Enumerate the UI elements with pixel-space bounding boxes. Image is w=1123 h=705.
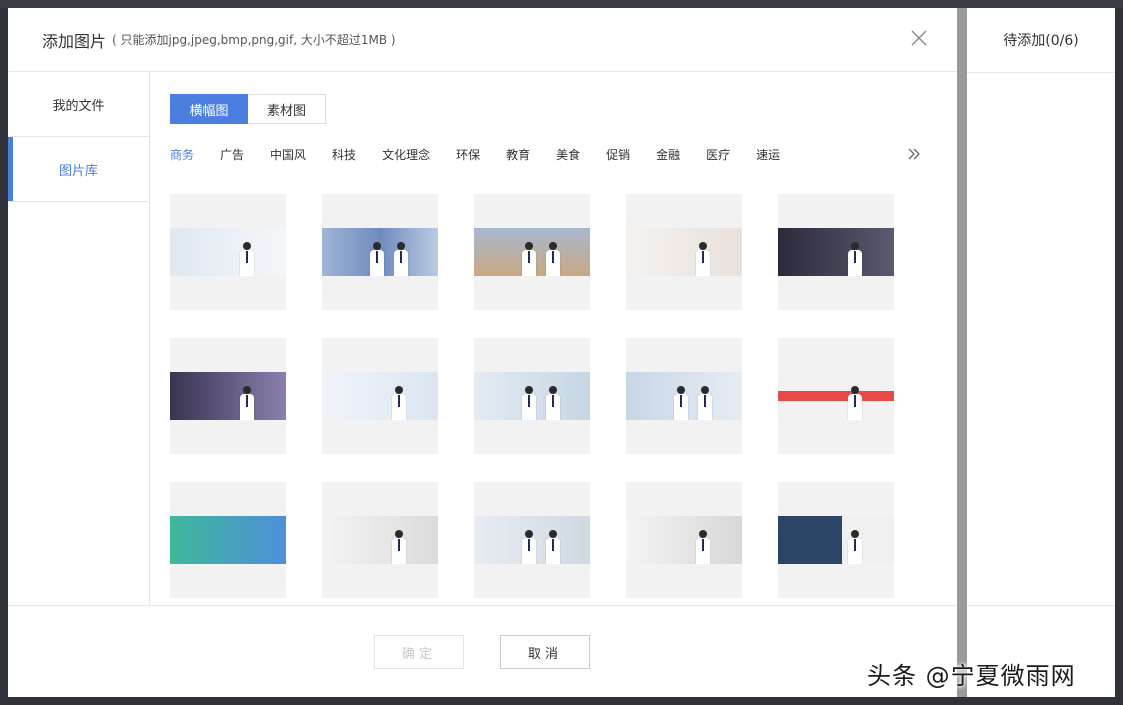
person-figure (522, 242, 536, 276)
person-figure (522, 530, 536, 564)
scrollbar[interactable] (957, 8, 967, 697)
sidebar-item-my-files[interactable]: 我的文件 (8, 72, 149, 137)
person-figure (522, 386, 536, 420)
category-1[interactable]: 广告 (220, 146, 244, 163)
category-6[interactable]: 教育 (506, 146, 530, 163)
sidebar-item-image-library[interactable]: 图片库 (8, 137, 149, 202)
category-7[interactable]: 美食 (556, 146, 580, 163)
person-figure (696, 242, 710, 276)
thumbnail-grid (170, 194, 894, 598)
person-figure (848, 530, 862, 564)
banner-image (474, 372, 590, 420)
banner-image (778, 372, 894, 420)
image-thumbnail[interactable] (778, 482, 894, 598)
banner-image (626, 372, 742, 420)
person-figure (698, 386, 712, 420)
image-type-tabs: 横幅图 素材图 (170, 94, 930, 124)
banner-image (322, 372, 438, 420)
image-thumbnail[interactable] (322, 194, 438, 310)
dialog-subtitle: ( 只能添加jpg,jpeg,bmp,png,gif, 大小不超过1MB ) (112, 33, 396, 47)
image-thumbnail[interactable] (626, 482, 742, 598)
category-9[interactable]: 金融 (656, 146, 680, 163)
dialog-title: 添加图片 (42, 31, 107, 51)
image-thumbnail[interactable] (170, 482, 286, 598)
category-5[interactable]: 环保 (456, 146, 480, 163)
person-figure (370, 242, 384, 276)
banner-image (170, 372, 286, 420)
banner-image (322, 516, 438, 564)
dialog-header: 添加图片 ( 只能添加jpg,jpeg,bmp,png,gif, 大小不超过1M… (8, 8, 957, 72)
backdrop (0, 0, 1123, 8)
banner-image (626, 516, 742, 564)
category-4[interactable]: 文化理念 (382, 146, 430, 163)
banner-image (170, 516, 286, 564)
image-thumbnail[interactable] (778, 194, 894, 310)
category-8[interactable]: 促销 (606, 146, 630, 163)
image-thumbnail[interactable] (474, 338, 590, 454)
pending-panel: 待添加(0/6) (967, 8, 1115, 697)
sidebar: 我的文件 图片库 (8, 72, 150, 606)
image-thumbnail[interactable] (626, 194, 742, 310)
person-figure (392, 530, 406, 564)
watermark: 头条 @宁夏微雨网 (867, 662, 1076, 690)
image-thumbnail[interactable] (322, 482, 438, 598)
image-thumbnail[interactable] (322, 338, 438, 454)
image-thumbnail[interactable] (626, 338, 742, 454)
pending-count-label: 待添加(0/6) (1003, 33, 1079, 49)
person-figure (848, 242, 862, 276)
person-figure (848, 386, 862, 420)
confirm-button[interactable]: 确定 (374, 635, 464, 669)
banner-image (626, 228, 742, 276)
cancel-button[interactable]: 取消 (500, 635, 590, 669)
add-image-dialog: 添加图片 ( 只能添加jpg,jpeg,bmp,png,gif, 大小不超过1M… (8, 8, 957, 697)
person-figure (240, 242, 254, 276)
person-figure (240, 386, 254, 420)
image-thumbnail[interactable] (474, 194, 590, 310)
sidebar-item-label: 图片库 (58, 163, 98, 179)
person-figure (546, 386, 560, 420)
banner-image (778, 228, 894, 276)
pending-footer-divider (967, 605, 1115, 606)
pending-header: 待添加(0/6) (967, 8, 1115, 73)
close-icon[interactable] (909, 28, 929, 48)
banner-image (170, 228, 286, 276)
category-10[interactable]: 医疗 (706, 146, 730, 163)
image-thumbnail[interactable] (170, 194, 286, 310)
category-2[interactable]: 中国风 (270, 146, 306, 163)
tab-material[interactable]: 素材图 (248, 94, 326, 124)
content-area: 横幅图 素材图 商务 广告 中国风 科技 文化理念 环保 教育 美食 促销 金融 医疗 速运 (170, 94, 930, 164)
banner-image (322, 228, 438, 276)
image-thumbnail[interactable] (474, 482, 590, 598)
person-figure (546, 530, 560, 564)
double-chevron-right-icon[interactable] (906, 146, 922, 162)
category-0[interactable]: 商务 (170, 146, 194, 163)
person-figure (546, 242, 560, 276)
tab-banner[interactable]: 横幅图 (170, 94, 248, 124)
image-thumbnail[interactable] (170, 338, 286, 454)
banner-image (474, 228, 590, 276)
person-figure (696, 530, 710, 564)
person-figure (394, 242, 408, 276)
footer-divider (8, 605, 957, 606)
image-thumbnail[interactable] (778, 338, 894, 454)
banner-image (474, 516, 590, 564)
person-figure (392, 386, 406, 420)
sidebar-item-label: 我的文件 (52, 98, 105, 114)
banner-image (778, 516, 894, 564)
person-figure (674, 386, 688, 420)
category-3[interactable]: 科技 (332, 146, 356, 163)
category-bar: 商务 广告 中国风 科技 文化理念 环保 教育 美食 促销 金融 医疗 速运 (170, 144, 930, 164)
category-11[interactable]: 速运 (756, 146, 780, 163)
